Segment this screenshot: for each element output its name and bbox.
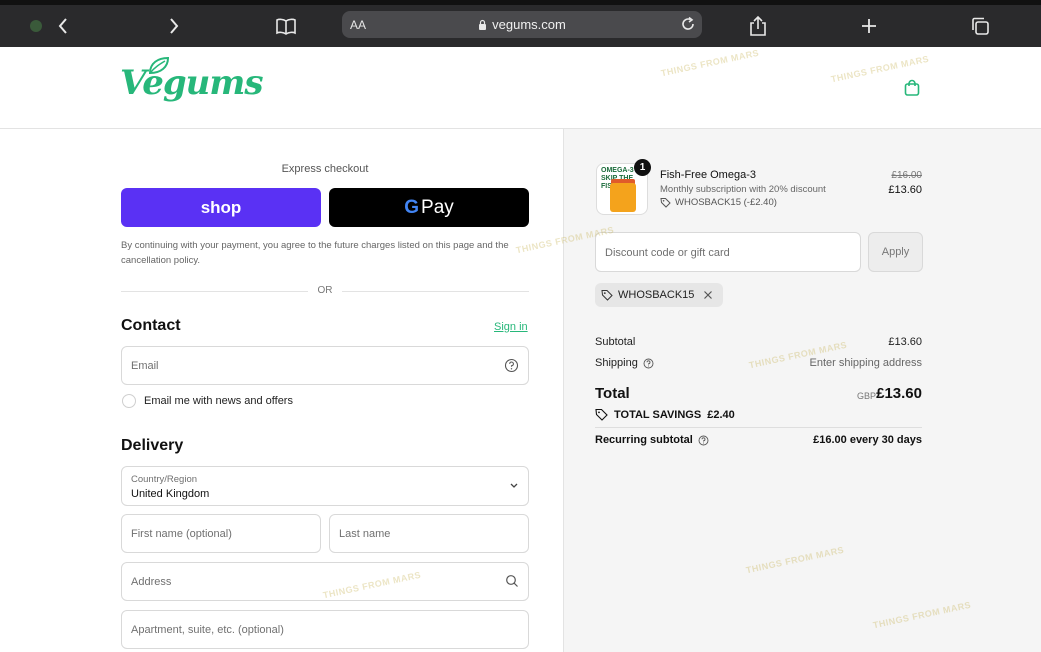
news-offers-label: Email me with news and offers (144, 395, 293, 407)
google-g-icon: G (404, 196, 420, 218)
express-checkout-title: Express checkout (281, 163, 369, 175)
address-bar[interactable]: AA vegums.com (342, 11, 702, 38)
apply-button[interactable]: Apply (868, 232, 923, 272)
quantity-badge: 1 (634, 159, 651, 176)
help-circle-icon[interactable] (504, 358, 519, 373)
country-label: Country/Region (131, 474, 198, 485)
total-savings-value: £2.40 (707, 408, 735, 421)
tag-icon (660, 198, 671, 208)
lock-icon (479, 19, 487, 30)
original-price: £16.00 (891, 170, 922, 181)
total-savings-label: TOTAL SAVINGS (614, 408, 702, 421)
total-savings-row: TOTAL SAVINGS £2.40 (595, 408, 735, 421)
chevron-down-icon (510, 483, 518, 488)
recurring-subtotal-row: Recurring subtotal (595, 434, 709, 446)
discount-code-placeholder: Discount code or gift card (605, 247, 730, 259)
product-name: Fish-Free Omega-3 (660, 169, 756, 181)
first-name-field[interactable]: First name (optional) (121, 514, 321, 553)
applied-discount-chip: WHOSBACK15 (595, 283, 724, 307)
payment-consent-text: By continuing with your payment, you agr… (121, 240, 509, 266)
country-value: United Kingdom (131, 488, 210, 500)
sidebar-icon[interactable] (26, 5, 46, 47)
site-header: Vegums (0, 47, 1041, 129)
total-label: Total (595, 385, 630, 402)
country-select[interactable]: Country/Region United Kingdom (121, 466, 529, 506)
first-name-placeholder: First name (optional) (131, 528, 232, 540)
sign-in-link[interactable]: Sign in (494, 321, 528, 333)
total-currency: GBP (857, 391, 877, 401)
shipping-label: Shipping (595, 357, 638, 369)
shipping-row: Shipping (595, 357, 654, 369)
tag-icon (595, 408, 608, 421)
search-icon (506, 575, 518, 587)
tag-icon (601, 290, 613, 301)
email-placeholder: Email (131, 360, 159, 372)
reload-icon[interactable] (680, 16, 696, 37)
recurring-subtotal-label: Recurring subtotal (595, 434, 693, 446)
close-icon[interactable] (703, 290, 713, 300)
browser-toolbar: AA vegums.com (0, 0, 1041, 47)
help-circle-icon[interactable] (643, 358, 654, 369)
bookmarks-icon[interactable] (274, 5, 298, 47)
discounted-price: £13.60 (888, 184, 922, 196)
url-text: vegums.com (342, 17, 702, 32)
summary-divider (595, 427, 922, 428)
new-tab-icon[interactable] (858, 5, 880, 47)
last-name-placeholder: Last name (339, 528, 391, 540)
help-circle-icon[interactable] (698, 435, 709, 446)
contact-title: Contact (121, 317, 181, 334)
discount-code-input[interactable]: Discount code or gift card (595, 232, 861, 272)
news-offers-checkbox[interactable] (122, 394, 136, 408)
shipping-value: Enter shipping address (809, 357, 922, 369)
email-field[interactable]: Email (121, 346, 529, 385)
back-icon[interactable] (52, 5, 74, 47)
url-label: vegums.com (492, 17, 566, 32)
jar-shape (610, 183, 636, 212)
subtotal-value: £13.60 (888, 336, 922, 348)
google-pay-label: Pay (421, 196, 454, 218)
address-placeholder: Address (131, 576, 172, 588)
product-discount-text: WHOSBACK15 (-£2.40) (675, 197, 777, 208)
total-value: £13.60 (876, 385, 922, 402)
apartment-placeholder: Apartment, suite, etc. (optional) (131, 624, 284, 636)
or-label: OR (308, 285, 342, 296)
shop-pay-button[interactable]: shop (121, 188, 321, 227)
apartment-field[interactable]: Apartment, suite, etc. (optional) (121, 610, 529, 649)
product-discount-line: WHOSBACK15 (-£2.40) (660, 197, 777, 208)
forward-icon[interactable] (163, 5, 185, 47)
subtotal-label: Subtotal (595, 336, 636, 348)
leaf-icon (148, 56, 170, 75)
vegums-logo[interactable]: Vegums (120, 63, 264, 103)
share-icon[interactable] (747, 5, 769, 47)
delivery-title: Delivery (121, 437, 184, 454)
recurring-subtotal-value: £16.00 every 30 days (813, 434, 922, 446)
google-pay-button[interactable]: G Pay (329, 188, 529, 227)
shopping-bag-icon[interactable] (903, 79, 921, 97)
tabs-overview-icon[interactable] (969, 5, 991, 47)
last-name-field[interactable]: Last name (329, 514, 529, 553)
applied-discount-code: WHOSBACK15 (618, 289, 695, 301)
product-subtitle: Monthly subscription with 20% discount (660, 184, 826, 195)
